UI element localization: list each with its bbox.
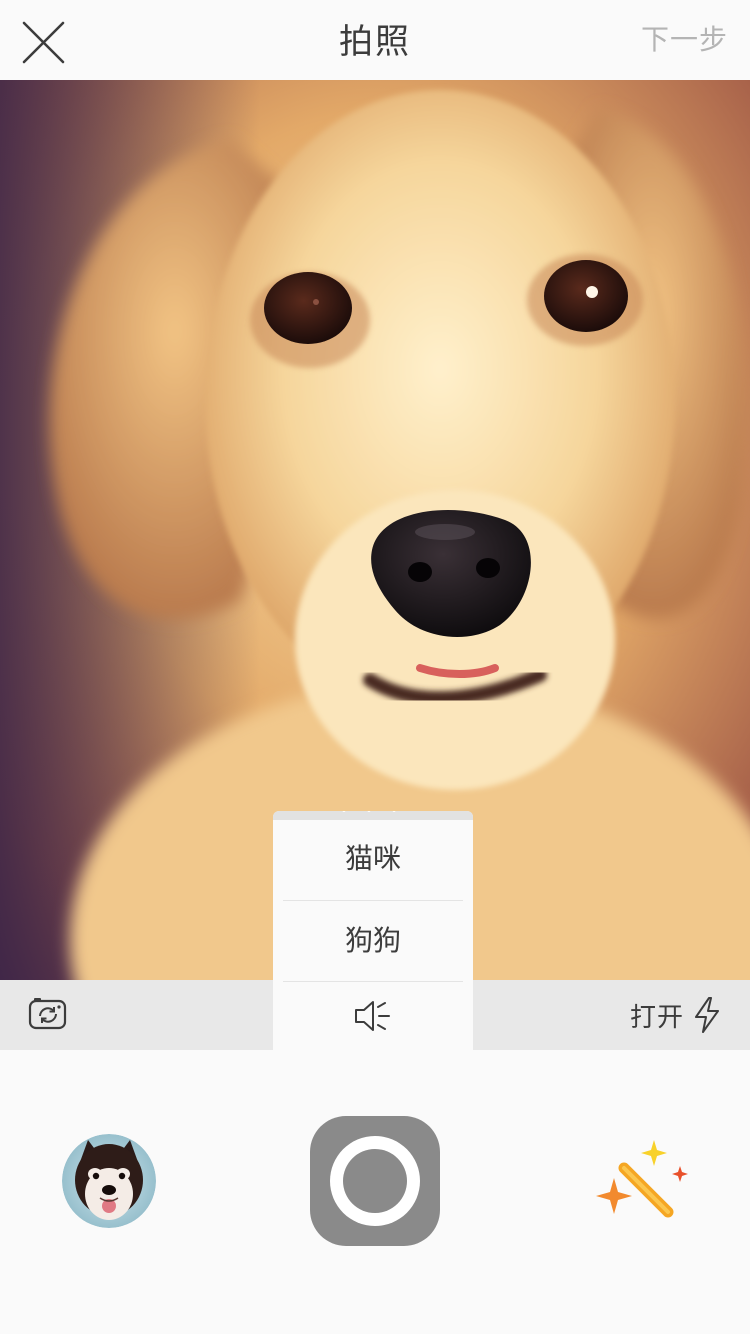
category-popup-menu: • • • 猫咪 狗狗 <box>273 811 473 1050</box>
gallery-thumbnail <box>62 1134 156 1228</box>
magic-filter-button[interactable] <box>594 1138 690 1228</box>
gallery-button[interactable] <box>62 1134 156 1228</box>
flash-icon <box>695 997 719 1033</box>
camera-screen: 拍照 下一步 打开 • • • 猫咪 狗狗 <box>0 0 750 1334</box>
switch-camera-button[interactable] <box>28 997 68 1033</box>
sound-button[interactable] <box>273 982 473 1050</box>
popup-item-cat[interactable]: 猫咪 <box>283 820 463 901</box>
shutter-icon <box>330 1136 420 1226</box>
popup-drag-handle[interactable]: • • • <box>273 811 473 820</box>
flash-label: 打开 <box>629 1002 684 1033</box>
sound-icon <box>355 1001 390 1031</box>
bottom-bar <box>0 1050 750 1334</box>
magic-wand-icon <box>596 1140 688 1218</box>
page-title: 拍照 <box>339 22 411 62</box>
shutter-button[interactable] <box>310 1116 440 1246</box>
camera-switch-icon <box>28 998 67 1030</box>
top-bar: 拍照 下一步 <box>0 0 750 80</box>
next-step-button[interactable]: 下一步 <box>641 0 728 80</box>
flash-toggle[interactable]: 打开 <box>630 980 722 1050</box>
popup-item-dog[interactable]: 狗狗 <box>283 901 463 982</box>
shutter-core <box>343 1149 407 1213</box>
